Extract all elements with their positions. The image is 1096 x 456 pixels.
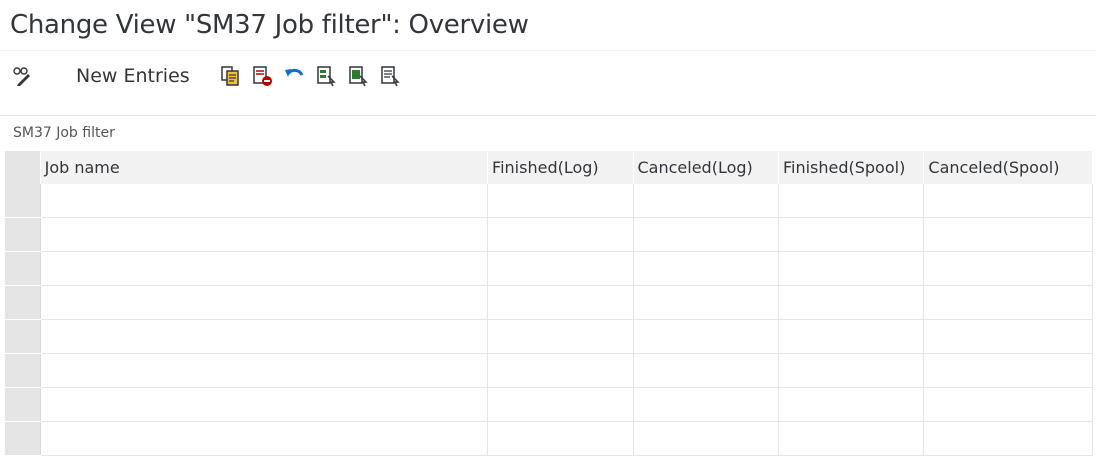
finished-spool-cell[interactable] <box>778 251 925 286</box>
deselect-all-button[interactable] <box>378 61 402 91</box>
finished-log-cell[interactable] <box>487 217 634 252</box>
delete-button[interactable] <box>250 61 274 91</box>
canceled-log-cell[interactable] <box>633 251 779 286</box>
canceled-log-cell[interactable] <box>633 387 779 422</box>
select-all-button[interactable] <box>314 61 338 91</box>
table-body <box>5 184 1093 456</box>
finished-spool-cell[interactable] <box>778 353 925 388</box>
select-all-rows-cell[interactable] <box>5 151 41 184</box>
canceled-log-cell[interactable] <box>633 319 779 354</box>
table-row <box>5 184 1093 218</box>
copy-icon <box>220 66 239 86</box>
column-header-finished-spool[interactable]: Finished(Spool) <box>778 151 925 184</box>
canceled-spool-cell[interactable] <box>923 184 1093 218</box>
row-selector[interactable] <box>5 184 41 218</box>
canceled-log-cell[interactable] <box>633 184 779 218</box>
row-selector[interactable] <box>5 217 41 252</box>
finished-log-cell[interactable] <box>487 319 634 354</box>
job-filter-panel: SM37 Job filter Job name Finished(Log) C… <box>0 115 1096 456</box>
table-row <box>5 251 1093 286</box>
finished-spool-cell[interactable] <box>778 184 925 218</box>
finished-log-cell[interactable] <box>487 251 634 286</box>
table-row <box>5 319 1093 354</box>
select-block-button[interactable] <box>346 61 370 91</box>
finished-log-cell[interactable] <box>487 184 634 218</box>
glasses-pencil-icon <box>13 67 30 86</box>
canceled-log-cell[interactable] <box>633 217 779 252</box>
job-name-cell[interactable] <box>40 184 489 218</box>
finished-log-cell[interactable] <box>487 421 634 456</box>
row-selector[interactable] <box>5 319 41 354</box>
panel-title: SM37 Job filter <box>13 125 115 141</box>
copy-as-button[interactable] <box>218 61 242 91</box>
row-selector[interactable] <box>5 353 41 388</box>
table-row <box>5 285 1093 320</box>
column-header-canceled-log[interactable]: Canceled(Log) <box>633 151 779 184</box>
job-name-cell[interactable] <box>40 285 489 320</box>
table-row <box>5 421 1093 456</box>
select-block-icon <box>348 66 368 87</box>
canceled-spool-cell[interactable] <box>923 285 1093 320</box>
undo-button[interactable] <box>282 61 306 91</box>
table-header-row: Job name Finished(Log) Canceled(Log) Fin… <box>5 151 1093 184</box>
finished-spool-cell[interactable] <box>778 217 925 252</box>
display-change-button[interactable] <box>10 61 36 91</box>
row-selector[interactable] <box>5 387 41 422</box>
table-row <box>5 217 1093 252</box>
page-title: Change View "SM37 Job filter": Overview <box>10 10 529 40</box>
row-selector[interactable] <box>5 285 41 320</box>
table-row <box>5 387 1093 422</box>
finished-spool-cell[interactable] <box>778 387 925 422</box>
finished-log-cell[interactable] <box>487 387 634 422</box>
column-header-job-name[interactable]: Job name <box>40 151 489 184</box>
job-name-cell[interactable] <box>40 421 489 456</box>
delete-icon <box>252 66 272 86</box>
column-header-canceled-spool[interactable]: Canceled(Spool) <box>923 151 1093 184</box>
job-filter-table: Job name Finished(Log) Canceled(Log) Fin… <box>5 151 1093 456</box>
canceled-spool-cell[interactable] <box>923 319 1093 354</box>
job-name-cell[interactable] <box>40 353 489 388</box>
finished-spool-cell[interactable] <box>778 421 925 456</box>
title-bar: Change View "SM37 Job filter": Overview <box>0 0 1096 50</box>
canceled-spool-cell[interactable] <box>923 217 1093 252</box>
deselect-all-icon <box>380 66 400 87</box>
application-toolbar: New Entries <box>0 50 1096 101</box>
canceled-spool-cell[interactable] <box>923 421 1093 456</box>
finished-spool-cell[interactable] <box>778 285 925 320</box>
job-name-cell[interactable] <box>40 387 489 422</box>
canceled-log-cell[interactable] <box>633 421 779 456</box>
column-header-finished-log[interactable]: Finished(Log) <box>487 151 634 184</box>
table-row <box>5 353 1093 388</box>
job-name-cell[interactable] <box>40 319 489 354</box>
finished-log-cell[interactable] <box>487 285 634 320</box>
select-all-icon <box>316 66 336 87</box>
canceled-spool-cell[interactable] <box>923 353 1093 388</box>
job-name-cell[interactable] <box>40 251 489 286</box>
canceled-spool-cell[interactable] <box>923 251 1093 286</box>
undo-icon <box>284 68 304 77</box>
finished-log-cell[interactable] <box>487 353 634 388</box>
job-name-cell[interactable] <box>40 217 489 252</box>
canceled-spool-cell[interactable] <box>923 387 1093 422</box>
row-selector[interactable] <box>5 421 41 456</box>
new-entries-button[interactable]: New Entries <box>76 61 190 91</box>
row-selector[interactable] <box>5 251 41 286</box>
finished-spool-cell[interactable] <box>778 319 925 354</box>
canceled-log-cell[interactable] <box>633 285 779 320</box>
canceled-log-cell[interactable] <box>633 353 779 388</box>
